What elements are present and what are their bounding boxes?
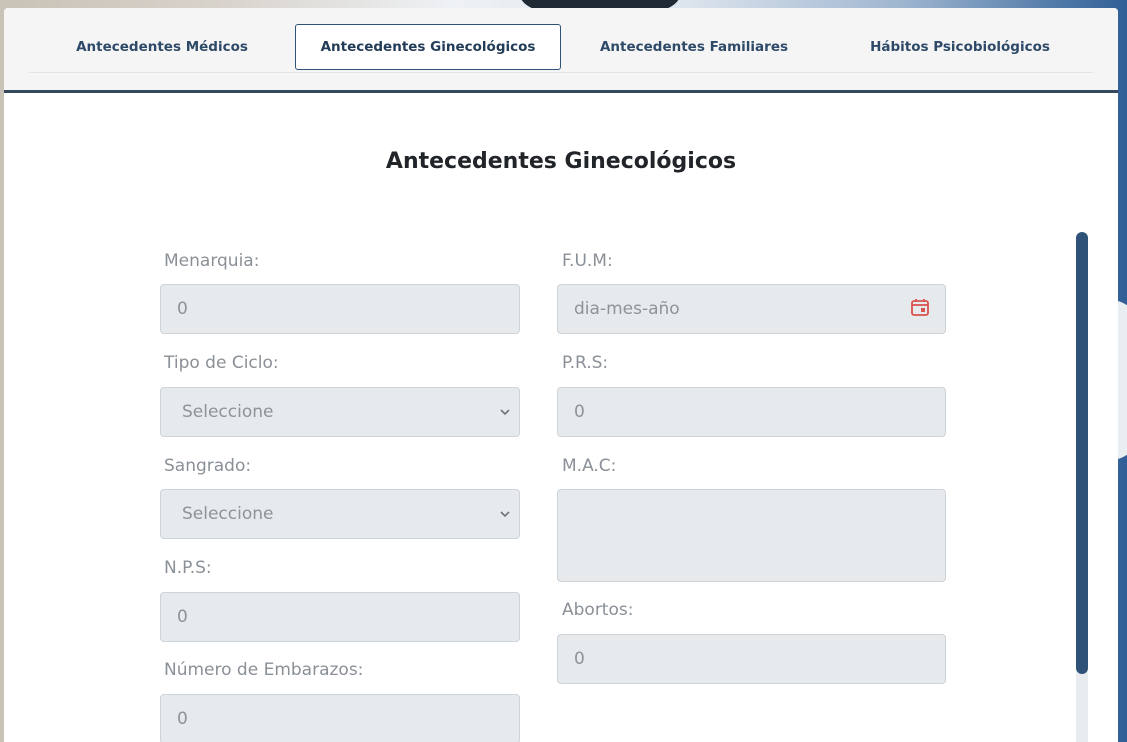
nps-input[interactable]: 0: [160, 592, 520, 642]
chevron-down-icon: [500, 409, 510, 416]
fum-placeholder: dia-mes-año: [574, 299, 680, 319]
sangrado-select[interactable]: Seleccione: [160, 489, 520, 539]
nps-label: N.P.S:: [164, 558, 212, 578]
chevron-down-icon: [500, 511, 510, 518]
scrollbar-thumb[interactable]: [1076, 232, 1088, 674]
menarquia-input[interactable]: 0: [160, 284, 520, 334]
section-title: Antecedentes Ginecológicos: [385, 149, 737, 174]
tipo-ciclo-value: Seleccione: [182, 402, 274, 422]
abortos-label: Abortos:: [562, 600, 634, 620]
abortos-value: 0: [574, 649, 585, 669]
mac-label: M.A.C:: [562, 456, 617, 476]
numero-embarazos-label: Número de Embarazos:: [164, 660, 364, 680]
tab-antecedentes-familiares[interactable]: Antecedentes Familiares: [561, 24, 827, 70]
tab-divider: [29, 72, 1093, 73]
fum-date-input[interactable]: dia-mes-año: [557, 284, 946, 334]
tab-habitos-psicobiologicos[interactable]: Hábitos Psicobiológicos: [827, 24, 1093, 70]
sangrado-label: Sangrado:: [164, 456, 252, 476]
prs-value: 0: [574, 402, 585, 422]
prs-label: P.R.S:: [562, 353, 609, 373]
fum-label: F.U.M:: [562, 251, 613, 271]
history-card: Antecedentes Médicos Antecedentes Gineco…: [4, 8, 1118, 742]
menarquia-value: 0: [177, 299, 188, 319]
calendar-icon[interactable]: [910, 297, 930, 317]
mac-textarea[interactable]: [557, 489, 946, 582]
tab-antecedentes-ginecologicos[interactable]: Antecedentes Ginecológicos: [295, 24, 561, 70]
tab-bar: Antecedentes Médicos Antecedentes Gineco…: [4, 8, 1118, 93]
tipo-ciclo-select[interactable]: Seleccione: [160, 387, 520, 437]
sangrado-value: Seleccione: [182, 504, 274, 524]
tab-antecedentes-medicos[interactable]: Antecedentes Médicos: [29, 24, 295, 70]
abortos-input[interactable]: 0: [557, 634, 946, 684]
numero-embarazos-input[interactable]: 0: [160, 694, 520, 742]
menarquia-label: Menarquia:: [164, 251, 260, 271]
prs-input[interactable]: 0: [557, 387, 946, 437]
nps-value: 0: [177, 607, 188, 627]
numero-embarazos-value: 0: [177, 709, 188, 729]
tipo-ciclo-label: Tipo de Ciclo:: [164, 353, 279, 373]
